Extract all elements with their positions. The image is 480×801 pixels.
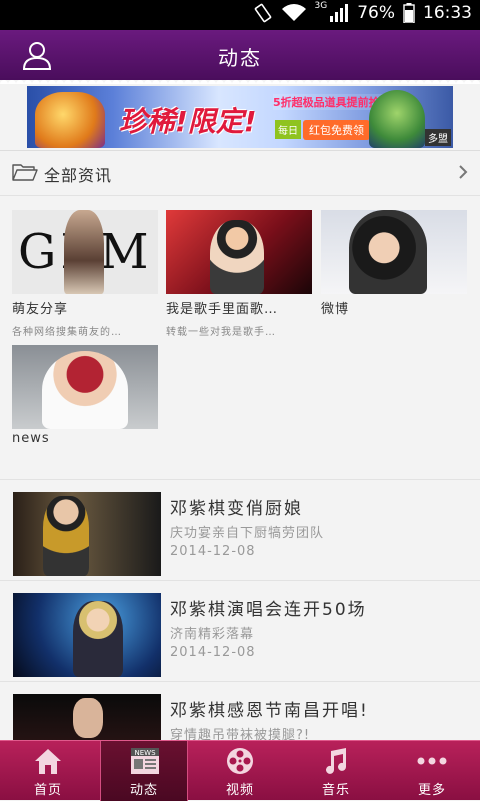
news-list-item[interactable]: 邓紫棋变俏厨娘 庆功宴亲自下厨犒劳团队 2014-12-08: [0, 479, 480, 581]
category-card-singer[interactable]: 我是歌手里面歌… 转载一些对我是歌手…: [166, 210, 314, 338]
battery-icon: [403, 3, 415, 23]
category-thumbnail: [12, 345, 158, 429]
category-name: 萌友分享: [12, 302, 69, 317]
category-name: 我是歌手里面歌…: [166, 302, 279, 317]
wifi-icon: [281, 4, 306, 22]
category-thumbnail: [166, 210, 312, 294]
category-thumbnail: GEM: [12, 210, 158, 294]
music-note-icon: [326, 748, 346, 774]
tab-video[interactable]: 视频: [192, 741, 288, 801]
folder-icon: [12, 164, 38, 181]
news-subtitle: 济南精彩落幕: [170, 627, 255, 642]
singer-photo: [64, 210, 104, 294]
news-title: 邓紫棋感恩节南昌开唱!: [170, 701, 369, 721]
network-type-label: 3G: [314, 1, 328, 11]
news-list-item[interactable]: 邓紫棋演唱会连开50场 济南精彩落幕 2014-12-08: [0, 580, 480, 682]
news-icon: NEWS: [131, 748, 159, 774]
chevron-right-icon[interactable]: [458, 164, 468, 180]
signal-icon: [330, 4, 349, 22]
app-header: 动态: [0, 30, 480, 80]
banner-tag: 每日: [275, 120, 301, 139]
tab-news[interactable]: NEWS 动态: [100, 741, 188, 801]
divider: [0, 195, 480, 196]
rotation-icon: [254, 3, 271, 23]
banner-character-right: [369, 90, 425, 148]
banner-corner-label: 多盟: [425, 129, 451, 146]
news-date: 2014-12-08: [170, 544, 256, 559]
header-scallop-border: [0, 78, 480, 84]
page-title: 动态: [218, 46, 262, 70]
status-bar: 3G 76% 16:33: [0, 0, 480, 30]
category-card-news[interactable]: news: [12, 345, 160, 446]
news-subtitle: 庆功宴亲自下厨犒劳团队: [170, 526, 325, 541]
news-title: 邓紫棋演唱会连开50场: [170, 600, 367, 620]
news-icon-text: NEWS: [134, 749, 156, 757]
category-description: 各种网络搜集萌友的…: [12, 327, 122, 338]
category-name: 微博: [321, 302, 350, 317]
news-thumbnail: [13, 593, 161, 677]
singer-photo: [42, 351, 128, 429]
category-card-weibo[interactable]: 微博: [321, 210, 469, 323]
all-news-section-header[interactable]: 全部资讯: [0, 152, 480, 192]
singer-photo: [349, 210, 427, 294]
banner-button[interactable]: 红包免费领: [303, 120, 370, 140]
category-description: 转载一些对我是歌手…: [166, 327, 276, 338]
banner-character-left: [35, 92, 105, 148]
banner-headline: 珍稀!限定!: [119, 105, 257, 138]
news-thumbnail: [13, 492, 161, 576]
category-name: news: [12, 431, 50, 446]
tab-label: 动态: [129, 783, 158, 798]
category-thumbnail: [321, 210, 467, 294]
ad-banner[interactable]: 珍稀!限定! 5折超极品道具提前抢购 每日 红包免费领 多盟: [27, 86, 453, 148]
news-date: 2014-12-08: [170, 645, 256, 660]
divider: [0, 150, 480, 151]
tab-label: 视频: [225, 783, 254, 798]
bottom-tab-bar: 首页 NEWS 动态 视频 音乐 更多: [0, 740, 480, 801]
more-dots-icon: [417, 757, 447, 765]
tab-label: 更多: [417, 783, 446, 798]
singer-photo: [210, 220, 264, 294]
tab-music[interactable]: 音乐: [288, 741, 384, 801]
tab-home[interactable]: 首页: [0, 741, 96, 801]
tab-label: 首页: [33, 783, 62, 798]
battery-percent: 76%: [357, 3, 395, 23]
tab-more[interactable]: 更多: [384, 741, 480, 801]
home-icon: [35, 749, 61, 774]
clock: 16:33: [423, 3, 472, 23]
tab-label: 音乐: [321, 783, 350, 798]
film-reel-icon: [227, 748, 253, 774]
section-title: 全部资讯: [44, 166, 113, 185]
category-card-fans-share[interactable]: GEM 萌友分享 各种网络搜集萌友的…: [12, 210, 160, 338]
news-title: 邓紫棋变俏厨娘: [170, 499, 303, 519]
